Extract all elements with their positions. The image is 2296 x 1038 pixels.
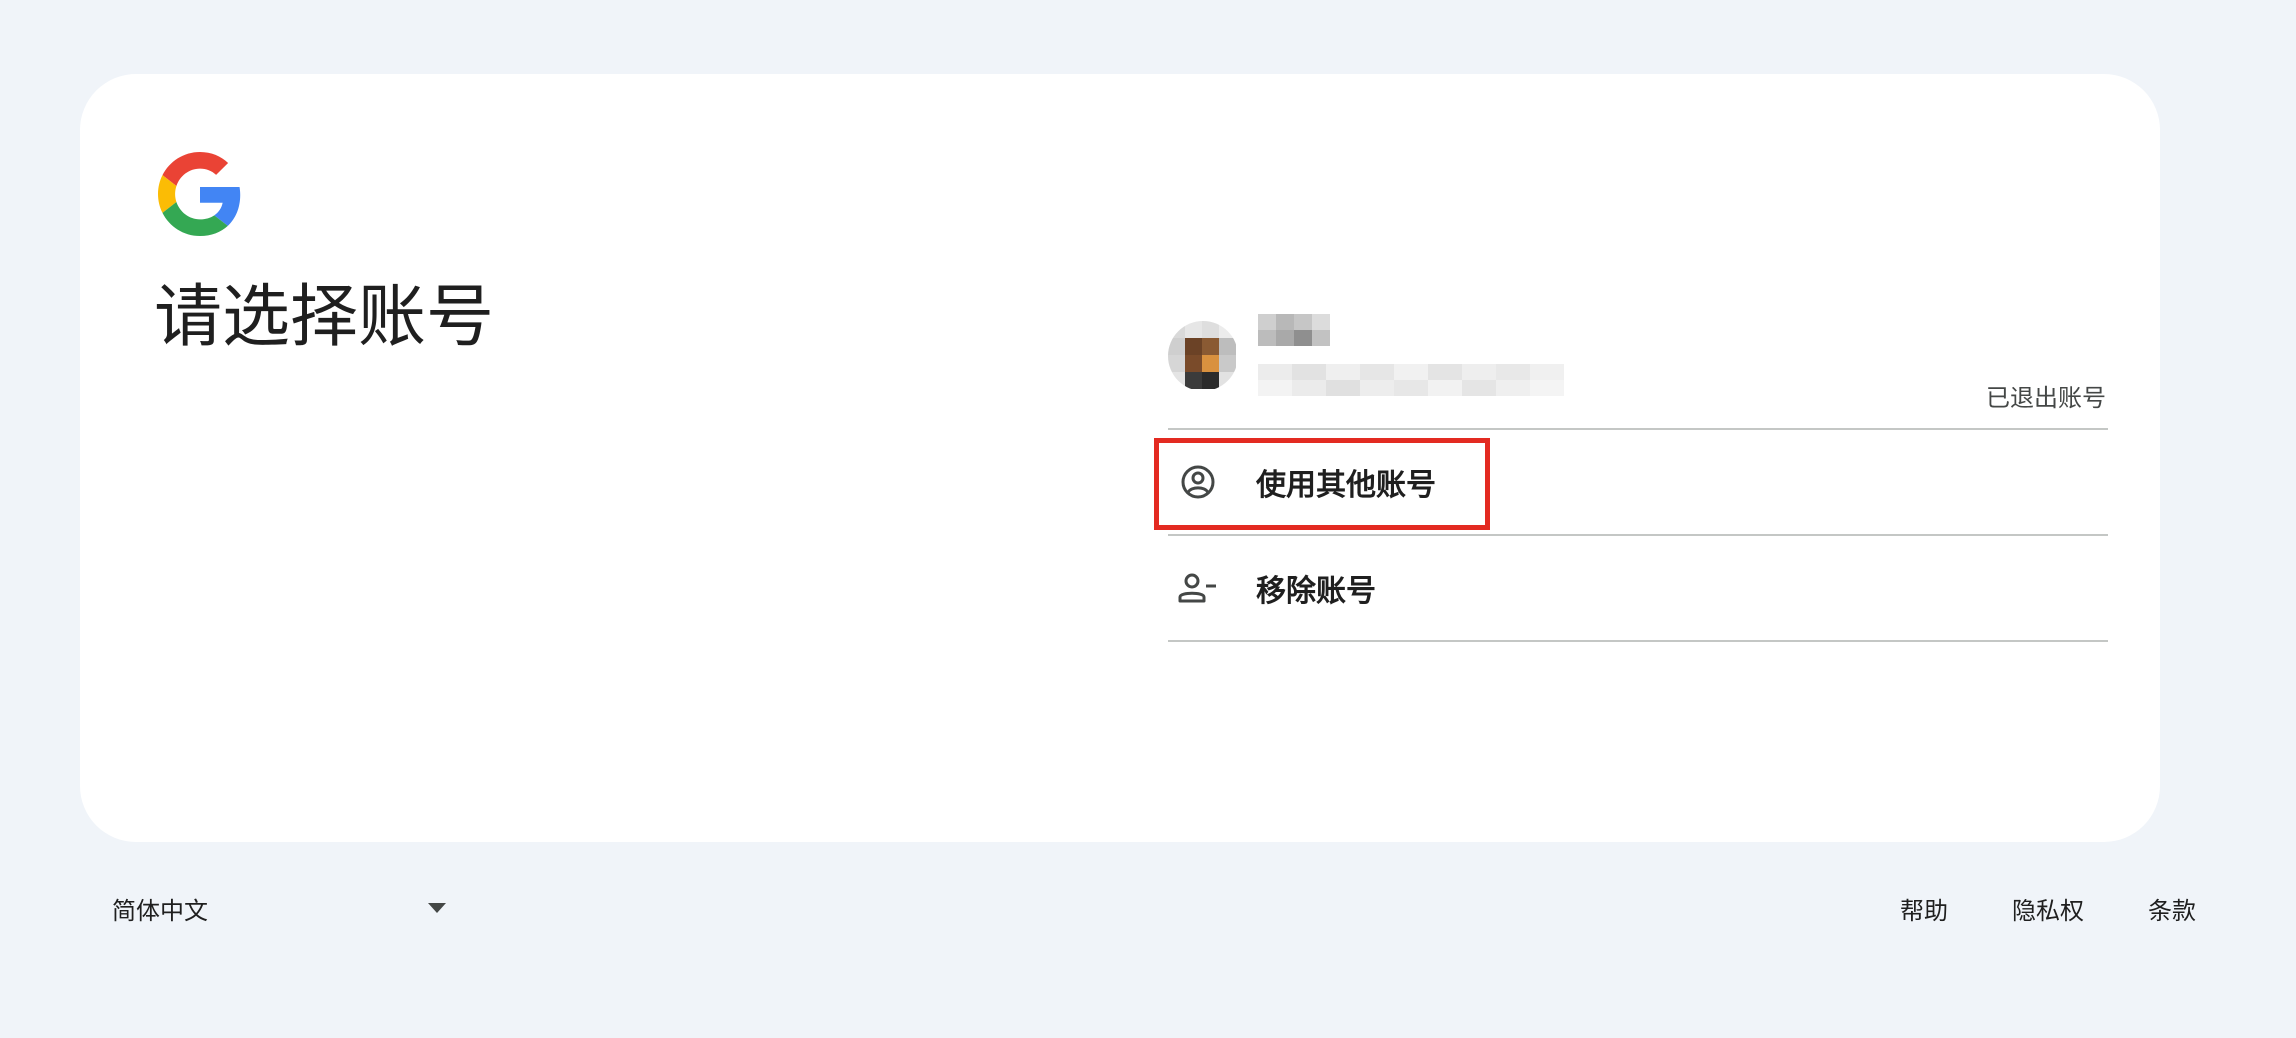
footer-links: 帮助 隐私权 条款 (1900, 890, 2196, 926)
account-avatar (1168, 321, 1238, 391)
account-email-redacted (1258, 364, 1564, 396)
account-list: 已退出账号 使用其他账号 移除账号 (1168, 306, 2108, 642)
use-other-account-label: 使用其他账号 (1256, 468, 1436, 503)
account-status: 已退出账号 (1986, 384, 2106, 412)
language-select[interactable]: 简体中文 (112, 890, 446, 926)
page-title: 请选择账号 (154, 278, 495, 357)
privacy-link[interactable]: 隐私权 (2012, 891, 2084, 926)
caret-down-icon (428, 903, 446, 913)
signed-out-account-row[interactable]: 已退出账号 (1168, 306, 2108, 430)
language-label: 简体中文 (112, 896, 208, 925)
account-chooser-card: 请选择账号 已退出账号 使用其他账号 移除账号 (80, 74, 2160, 842)
account-name-redacted (1258, 314, 1330, 346)
use-other-account-button[interactable]: 使用其他账号 (1168, 430, 2108, 536)
person-remove-icon (1178, 568, 1218, 608)
google-logo (158, 152, 241, 236)
remove-account-button[interactable]: 移除账号 (1168, 536, 2108, 642)
terms-link[interactable]: 条款 (2148, 891, 2196, 926)
account-circle-icon (1178, 462, 1218, 502)
help-link[interactable]: 帮助 (1900, 891, 1948, 926)
remove-account-label: 移除账号 (1256, 574, 1376, 609)
